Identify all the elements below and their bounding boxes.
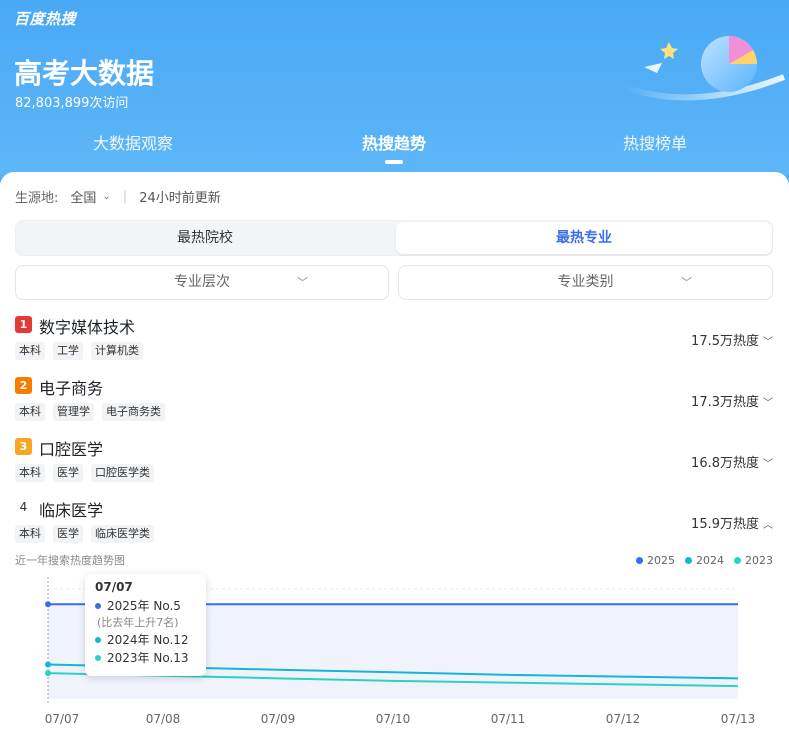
- heat-value[interactable]: 17.3万热度 ﹀: [691, 391, 773, 410]
- tooltip-dot: [95, 603, 101, 609]
- list-item[interactable]: 1 数字媒体技术 本科 工学 计算机类 17.5万热度 ﹀: [15, 314, 775, 370]
- x-tick-label: 07/09: [261, 712, 296, 726]
- legend-label: 2024: [696, 554, 724, 567]
- x-tick-label: 07/12: [606, 712, 641, 726]
- legend-item-2023[interactable]: 2023: [734, 554, 773, 567]
- heat-value[interactable]: 15.9万热度 ︿: [691, 513, 773, 532]
- divider: |: [122, 189, 128, 204]
- heat-label: 17.5万热度: [691, 334, 759, 349]
- x-tick-label: 07/11: [491, 712, 526, 726]
- origin-label: 生源地:: [15, 191, 59, 206]
- filter-bar: 生源地: 全国 ⌄ | 24小时前更新: [15, 187, 221, 206]
- tag: 计算机类: [91, 342, 143, 360]
- legend-item-2025[interactable]: 2025: [636, 554, 675, 567]
- tag: 本科: [15, 342, 45, 360]
- rank-badge: 3: [15, 438, 32, 455]
- legend-dot: [685, 557, 692, 564]
- segment-hot-schools[interactable]: 最热院校: [16, 221, 394, 255]
- tooltip-text: 2025年 No.5: [107, 599, 181, 613]
- series-point-2024: [45, 661, 51, 668]
- brand-logo[interactable]: 百度热搜: [14, 8, 76, 29]
- rank-badge: 4: [19, 500, 28, 514]
- tooltip-text: 2024年 No.12: [107, 633, 189, 647]
- heat-value[interactable]: 16.8万热度 ﹀: [691, 452, 773, 471]
- series-point-2023: [45, 670, 51, 677]
- tag: 临床医学类: [91, 525, 154, 543]
- major-level-label: 专业层次: [174, 274, 230, 290]
- tooltip-dot: [95, 655, 101, 661]
- x-tick-label: 07/08: [146, 712, 181, 726]
- chevron-down-icon: ﹀: [763, 398, 773, 409]
- origin-selector[interactable]: 全国: [70, 187, 96, 206]
- tooltip-date: 07/07: [95, 580, 133, 594]
- legend-label: 2025: [647, 554, 675, 567]
- legend-dot: [734, 557, 741, 564]
- tag: 工学: [53, 342, 83, 360]
- legend-dot: [636, 557, 643, 564]
- tab-hot-list[interactable]: 热搜榜单: [623, 130, 687, 154]
- active-tab-indicator: [385, 160, 403, 164]
- segment-control: 最热院校 最热专业: [15, 220, 773, 256]
- chevron-down-icon: ﹀: [681, 276, 692, 289]
- tag: 本科: [15, 403, 45, 421]
- tag: 电子商务类: [102, 403, 165, 421]
- rank-badge: 2: [15, 377, 32, 394]
- chevron-down-icon: ﹀: [763, 337, 773, 348]
- tag-list: 本科 工学 计算机类: [15, 342, 143, 360]
- series-point-2025: [45, 601, 51, 608]
- major-name: 电子商务: [39, 379, 104, 398]
- legend-label: 2023: [745, 554, 773, 567]
- tag-list: 本科 医学 临床医学类: [15, 525, 154, 543]
- tab-big-data[interactable]: 大数据观察: [93, 130, 173, 154]
- update-status: 24小时前更新: [139, 191, 221, 206]
- major-category-label: 专业类别: [557, 274, 614, 290]
- heat-value[interactable]: 17.5万热度 ﹀: [691, 330, 773, 349]
- tag: 本科: [15, 525, 45, 543]
- tag: 本科: [15, 464, 45, 482]
- tooltip-text: 2023年 No.13: [107, 651, 189, 665]
- tag-list: 本科 医学 口腔医学类: [15, 464, 154, 482]
- tag: 医学: [53, 525, 83, 543]
- decorative-globe-icon: [622, 36, 786, 101]
- tooltip-subtext: (比去年上升7名): [97, 616, 179, 629]
- tooltip-row-2025: 2025年 No.5: [95, 597, 196, 615]
- chevron-down-icon: ﹀: [297, 276, 308, 289]
- tag: 医学: [53, 464, 83, 482]
- rank-badge: 1: [15, 316, 32, 333]
- tab-hot-trends[interactable]: 热搜趋势: [362, 130, 426, 154]
- x-tick-label: 07/07: [45, 712, 80, 726]
- heat-label: 15.9万热度: [691, 517, 759, 532]
- segment-hot-majors[interactable]: 最热专业: [396, 222, 772, 254]
- heat-label: 16.8万热度: [691, 456, 759, 471]
- page-title: 高考大数据: [14, 57, 155, 90]
- tag: 管理学: [53, 403, 94, 421]
- chevron-down-icon[interactable]: ⌄: [102, 191, 110, 202]
- tag-list: 本科 管理学 电子商务类: [15, 403, 165, 421]
- visit-count: 82,803,899次访问: [15, 96, 129, 111]
- major-name: 数字媒体技术: [39, 318, 136, 337]
- major-name: 临床医学: [39, 501, 104, 520]
- tooltip-row-2023: 2023年 No.13: [95, 649, 196, 667]
- top-tabs: 大数据观察 热搜趋势 热搜榜单: [0, 130, 789, 166]
- legend-item-2024[interactable]: 2024: [685, 554, 724, 567]
- x-tick-label: 07/13: [721, 712, 756, 726]
- chevron-up-icon: ︿: [763, 520, 773, 531]
- x-tick-label: 07/10: [376, 712, 411, 726]
- chevron-down-icon: ﹀: [763, 459, 773, 470]
- major-level-dropdown[interactable]: 专业层次 ﹀: [15, 265, 389, 300]
- major-category-dropdown[interactable]: 专业类别 ﹀: [398, 265, 773, 300]
- list-item[interactable]: 3 口腔医学 本科 医学 口腔医学类 16.8万热度 ﹀: [15, 436, 775, 492]
- content-panel: 生源地: 全国 ⌄ | 24小时前更新 最热院校 最热专业 专业层次 ﹀ 专业类…: [0, 172, 789, 748]
- chart-legend: 2025 2024 2023: [636, 554, 773, 567]
- list-item[interactable]: 2 电子商务 本科 管理学 电子商务类 17.3万热度 ﹀: [15, 375, 775, 431]
- chart-title: 近一年搜索热度趋势图: [15, 554, 125, 567]
- chart-tooltip: 07/07 2025年 No.5 (比去年上升7名) 2024年 No.12 2…: [85, 574, 206, 676]
- heat-label: 17.3万热度: [691, 395, 759, 410]
- tooltip-row-2024: 2024年 No.12: [95, 631, 196, 649]
- tooltip-dot: [95, 637, 101, 643]
- tag: 口腔医学类: [91, 464, 154, 482]
- list-item[interactable]: 4 临床医学 本科 医学 临床医学类 15.9万热度 ︿: [15, 497, 775, 553]
- major-name: 口腔医学: [39, 440, 104, 459]
